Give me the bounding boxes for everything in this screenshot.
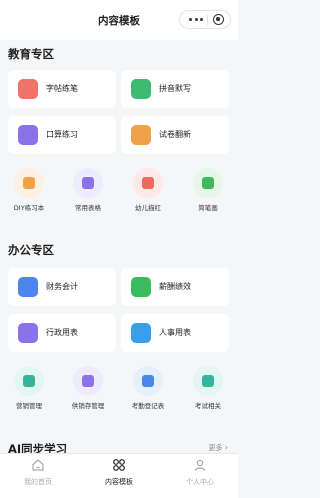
card-label: 拼音默写	[159, 84, 191, 93]
card-label: 薪酬绩效	[159, 282, 191, 291]
grid-item-label: 考试相关	[195, 402, 221, 410]
pencil-note-icon	[18, 79, 38, 99]
more-options-icon[interactable]	[189, 17, 203, 22]
grid-item-label: 营销管理	[16, 402, 42, 410]
tab-templates[interactable]: 内容模板	[89, 458, 149, 492]
grid-item-attendance[interactable]: 考勤登记表	[124, 366, 172, 412]
tab-label: 个人中心	[186, 478, 214, 486]
card-label: 口算练习	[46, 130, 78, 139]
pinyin-icon	[131, 79, 151, 99]
chevron-right-icon: ›	[224, 443, 228, 452]
home-icon	[32, 459, 44, 471]
template-grid-icon	[113, 459, 125, 471]
grid-item-inventory[interactable]: 供销存管理	[64, 366, 112, 412]
card-label: 行政用表	[46, 328, 78, 337]
tab-bar: 我的首页 内容模板 个人中心	[0, 453, 238, 498]
exam-icon	[202, 375, 214, 387]
user-icon	[194, 459, 206, 471]
grid-item-diy-notebook[interactable]: DIY练习本	[5, 168, 53, 214]
tab-home[interactable]: 我的首页	[8, 458, 68, 492]
exam-paper-icon	[131, 125, 151, 145]
header: 内容模板	[0, 0, 238, 40]
grid-item-drawing[interactable]: 简笔画	[184, 168, 232, 214]
admin-table-icon	[18, 323, 38, 343]
grid-item-label: 常用表格	[75, 204, 101, 212]
card-label: 人事用表	[159, 328, 191, 337]
inventory-icon	[82, 375, 94, 387]
drawing-icon	[202, 177, 214, 189]
grid-item-marketing[interactable]: 营销管理	[5, 366, 53, 412]
grid-item-label: 幼儿描红	[135, 204, 161, 212]
tab-label: 我的首页	[24, 478, 52, 486]
card-label: 字帖练笔	[46, 84, 78, 93]
card-mental-math[interactable]: 口算练习	[8, 116, 116, 154]
attendance-icon	[142, 375, 154, 387]
card-hr-tables[interactable]: 人事用表	[121, 314, 229, 352]
salary-chart-icon	[131, 277, 151, 297]
personnel-icon	[131, 323, 151, 343]
finance-icon	[18, 277, 38, 297]
list-table-icon	[82, 177, 94, 189]
tab-profile[interactable]: 个人中心	[170, 458, 230, 492]
grid-item-label: 简笔画	[198, 204, 218, 212]
more-link[interactable]: 更多 ›	[209, 443, 228, 453]
card-label: 试卷翻新	[159, 130, 191, 139]
tab-label: 内容模板	[105, 478, 133, 486]
card-pinyin[interactable]: 拼音默写	[121, 70, 229, 108]
card-finance[interactable]: 财务会计	[8, 268, 116, 306]
more-label: 更多	[208, 444, 223, 452]
marketing-icon	[23, 375, 35, 387]
grid-item-exam[interactable]: 考试相关	[184, 366, 232, 412]
close-miniprogram-icon[interactable]	[213, 14, 224, 25]
grid-item-label: DIY练习本	[13, 204, 45, 212]
grid-item-tracing[interactable]: 幼儿描红	[124, 168, 172, 214]
grid-item-label: 考勤登记表	[131, 402, 165, 410]
card-salary[interactable]: 薪酬绩效	[121, 268, 229, 306]
grid-item-label: 供销存管理	[71, 402, 105, 410]
grid-item-common-tables[interactable]: 常用表格	[64, 168, 112, 214]
card-label: 财务会计	[46, 282, 78, 291]
card-copybook[interactable]: 字帖练笔	[8, 70, 116, 108]
capsule-divider	[207, 15, 208, 25]
section-title-office: 办公专区	[8, 243, 54, 257]
section-title-education: 教育专区	[8, 47, 54, 61]
tracing-icon	[142, 177, 154, 189]
card-admin-tables[interactable]: 行政用表	[8, 314, 116, 352]
card-exam-renew[interactable]: 试卷翻新	[121, 116, 229, 154]
calculator-icon	[18, 125, 38, 145]
notebook-icon	[23, 177, 35, 189]
mini-program-capsule	[179, 10, 231, 29]
